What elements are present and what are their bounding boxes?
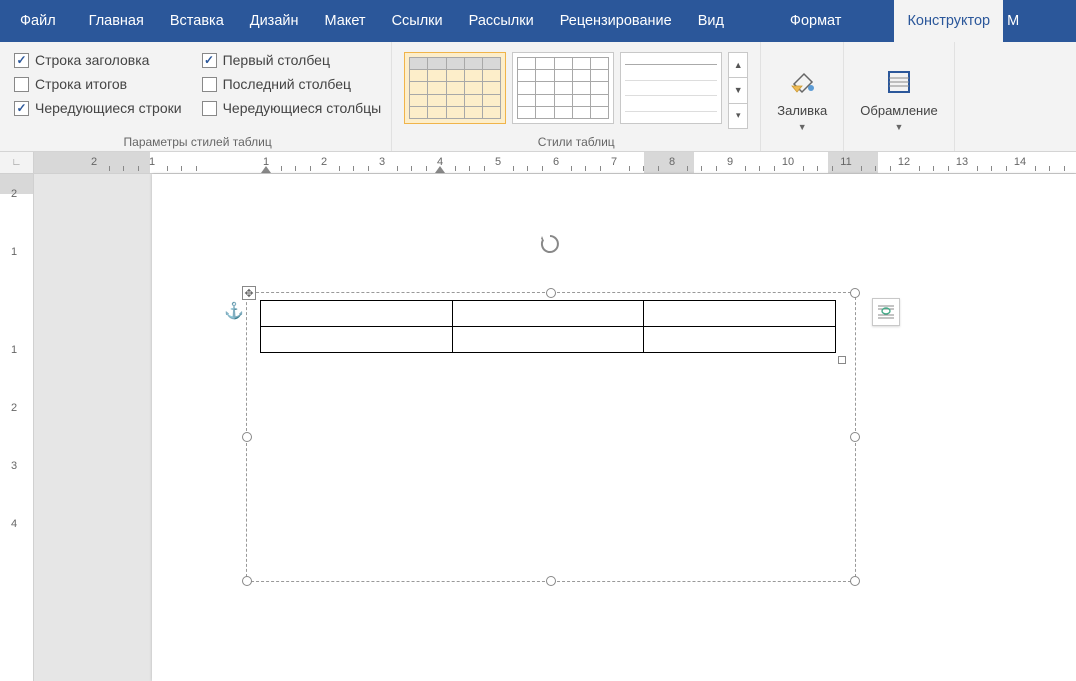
ribbon: Строка заголовка Строка итогов Чередующи…	[0, 42, 1076, 152]
page[interactable]: ⚓ ✥	[152, 174, 1076, 681]
dropdown-icon: ▼	[798, 122, 807, 132]
shading-button[interactable]: Заливка ▼	[767, 48, 837, 149]
tab-layout[interactable]: Макет	[312, 0, 379, 42]
ruler-horizontal[interactable]: ∟ 211234567891011121314	[0, 152, 1076, 174]
style-swatch-1[interactable]	[404, 52, 506, 124]
table-cell[interactable]	[644, 327, 836, 353]
borders-button[interactable]: Обрамление ▼	[850, 48, 947, 149]
gallery-more[interactable]: ▲ ▼ ▾	[728, 52, 748, 129]
resize-handle-n[interactable]	[546, 288, 556, 298]
tab-file[interactable]: Файл	[0, 0, 76, 42]
check-first-col[interactable]: Первый столбец	[202, 52, 382, 68]
style-swatch-3[interactable]	[620, 52, 722, 124]
borders-icon	[882, 65, 916, 99]
tab-mailings[interactable]: Рассылки	[456, 0, 547, 42]
indent-marker[interactable]	[435, 166, 445, 173]
checkbox-icon	[14, 77, 29, 92]
gallery-up-icon[interactable]: ▲	[729, 53, 747, 78]
ruler-vertical[interactable]: 211234	[0, 174, 34, 681]
check-label: Чередующиеся строки	[35, 100, 182, 116]
page-gutter	[34, 174, 152, 681]
resize-handle-s[interactable]	[546, 576, 556, 586]
tab-m[interactable]: М	[1003, 0, 1023, 42]
check-banded-rows[interactable]: Чередующиеся строки	[14, 100, 182, 116]
borders-label: Обрамление	[860, 103, 937, 118]
check-banded-cols[interactable]: Чередующиеся столбцы	[202, 100, 382, 116]
document-table[interactable]	[260, 300, 836, 353]
tab-review[interactable]: Рецензирование	[547, 0, 685, 42]
tab-design[interactable]: Дизайн	[237, 0, 312, 42]
checkbox-icon	[202, 53, 217, 68]
dropdown-icon: ▼	[895, 122, 904, 132]
table-cell[interactable]	[261, 301, 453, 327]
indent-marker[interactable]	[261, 166, 271, 173]
checkbox-icon	[14, 101, 29, 116]
tab-insert[interactable]: Вставка	[157, 0, 237, 42]
resize-handle-ne[interactable]	[850, 288, 860, 298]
shading-label: Заливка	[777, 103, 827, 118]
style-swatch-2[interactable]	[512, 52, 614, 124]
rotate-handle[interactable]	[538, 232, 562, 261]
table-resize-handle[interactable]	[838, 356, 846, 364]
document-area: 211234 ⚓ ✥	[0, 174, 1076, 681]
tab-view[interactable]: Вид	[685, 0, 737, 42]
table-row[interactable]	[261, 327, 836, 353]
check-label: Строка заголовка	[35, 52, 149, 68]
ruler-corner[interactable]: ∟	[0, 152, 34, 173]
resize-handle-se[interactable]	[850, 576, 860, 586]
gallery-down-icon[interactable]: ▼	[729, 78, 747, 103]
resize-handle-w[interactable]	[242, 432, 252, 442]
tab-spacer	[854, 0, 894, 42]
tab-constructor[interactable]: Конструктор	[894, 0, 1003, 42]
tab-home[interactable]: Главная	[76, 0, 157, 42]
checkbox-icon	[202, 77, 217, 92]
table-cell[interactable]	[261, 327, 453, 353]
table-cell[interactable]	[644, 301, 836, 327]
check-header-row[interactable]: Строка заголовка	[14, 52, 182, 68]
table-cell[interactable]	[452, 327, 644, 353]
check-last-col[interactable]: Последний столбец	[202, 76, 382, 92]
tab-spacer	[737, 0, 777, 42]
group-label-styles: Стили таблиц	[402, 133, 750, 149]
check-total-row[interactable]: Строка итогов	[14, 76, 182, 92]
tab-format[interactable]: Формат	[777, 0, 855, 42]
table-row[interactable]	[261, 301, 836, 327]
anchor-icon: ⚓	[224, 301, 244, 321]
gallery-expand-icon[interactable]: ▾	[729, 104, 747, 128]
group-label-options: Параметры стилей таблиц	[14, 133, 381, 149]
layout-options-button[interactable]	[872, 298, 900, 326]
table-styles-gallery: ▲ ▼ ▾	[402, 48, 750, 133]
resize-handle-sw[interactable]	[242, 576, 252, 586]
checkbox-icon	[202, 101, 217, 116]
paint-bucket-icon	[785, 65, 819, 99]
table-cell[interactable]	[452, 301, 644, 327]
tab-references[interactable]: Ссылки	[379, 0, 456, 42]
resize-handle-e[interactable]	[850, 432, 860, 442]
table-move-handle[interactable]: ✥	[242, 286, 256, 300]
checkbox-icon	[14, 53, 29, 68]
check-label: Чередующиеся столбцы	[223, 100, 382, 116]
check-label: Строка итогов	[35, 76, 127, 92]
check-label: Последний столбец	[223, 76, 352, 92]
check-label: Первый столбец	[223, 52, 330, 68]
ribbon-tabs: Файл Главная Вставка Дизайн Макет Ссылки…	[0, 0, 1076, 42]
